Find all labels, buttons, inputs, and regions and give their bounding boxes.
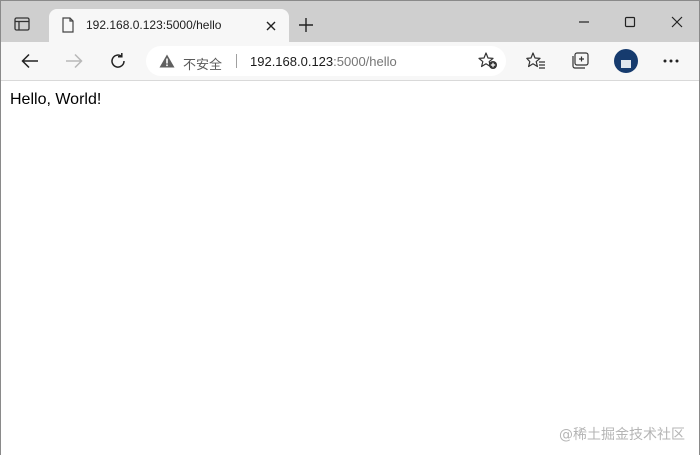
- close-tab-icon[interactable]: [263, 18, 279, 34]
- tab-title: 192.168.0.123:5000/hello: [86, 18, 222, 32]
- avatar-image: [621, 60, 631, 68]
- back-button[interactable]: [19, 50, 41, 72]
- close-window-button[interactable]: [666, 12, 688, 32]
- favorites-icon[interactable]: [525, 50, 547, 72]
- page-content: Hello, World!: [1, 81, 699, 455]
- new-tab-button[interactable]: [296, 15, 316, 35]
- more-options-icon[interactable]: [660, 50, 682, 72]
- forward-button[interactable]: [63, 50, 85, 72]
- tab-actions-icon[interactable]: [11, 13, 33, 35]
- url-path: :5000/hello: [333, 54, 397, 69]
- title-bar: 192.168.0.123:5000/hello: [1, 1, 699, 42]
- security-label[interactable]: 不安全: [183, 54, 222, 73]
- address-bar[interactable]: 不安全 192.168.0.123:5000/hello: [146, 46, 506, 76]
- maximize-button[interactable]: [619, 12, 641, 32]
- warning-icon[interactable]: [159, 54, 175, 68]
- minimize-button[interactable]: [573, 12, 595, 32]
- url-host: 192.168.0.123: [250, 54, 334, 69]
- profile-avatar[interactable]: [614, 49, 638, 73]
- page-text: Hello, World!: [10, 91, 102, 108]
- watermark: @稀土掘金技术社区: [559, 427, 685, 443]
- url-text[interactable]: 192.168.0.123:5000/hello: [250, 54, 397, 69]
- collections-icon[interactable]: [569, 50, 591, 72]
- refresh-button[interactable]: [107, 50, 129, 72]
- address-separator: [236, 54, 237, 68]
- browser-tab[interactable]: 192.168.0.123:5000/hello: [49, 9, 289, 42]
- add-favorite-icon[interactable]: [478, 52, 498, 70]
- page-icon: [61, 17, 75, 33]
- toolbar: 不安全 192.168.0.123:5000/hello: [1, 42, 699, 81]
